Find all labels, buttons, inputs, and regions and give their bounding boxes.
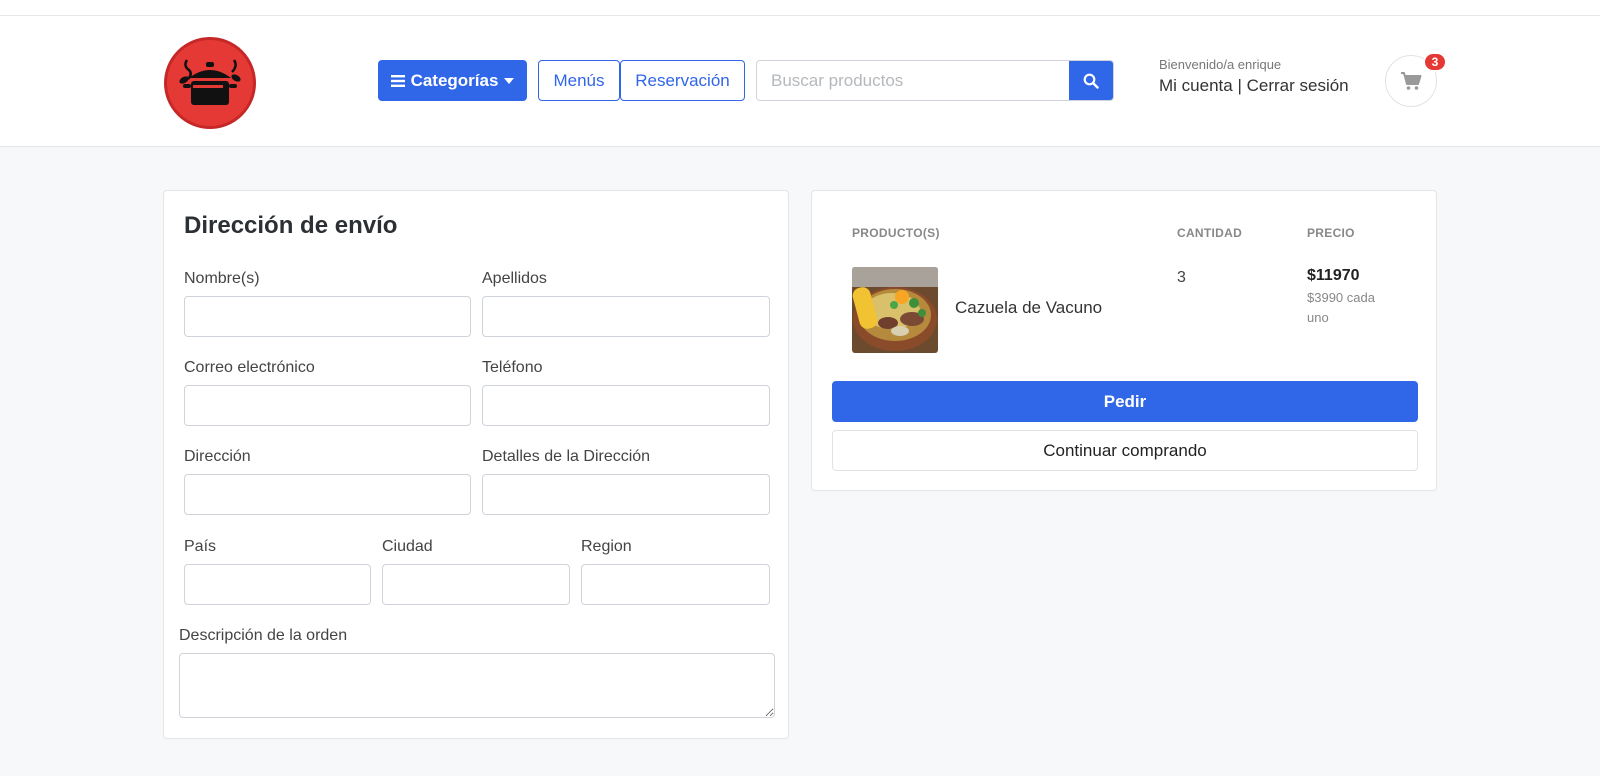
email-label: Correo electrónico: [184, 359, 315, 376]
column-header-quantity: CANTIDAD: [1177, 226, 1243, 240]
logout-link[interactable]: Cerrar sesión: [1247, 76, 1349, 95]
email-input[interactable]: [184, 385, 471, 426]
product-name: Cazuela de Vacuno: [955, 298, 1103, 317]
place-order-button[interactable]: Pedir: [832, 381, 1418, 422]
column-header-price: PRECIO: [1307, 226, 1355, 240]
my-account-link[interactable]: Mi cuenta: [1159, 76, 1233, 95]
search-input[interactable]: [757, 61, 1069, 100]
phone-input[interactable]: [482, 385, 770, 426]
product-image: [852, 267, 938, 353]
menus-button[interactable]: Menús: [538, 60, 620, 101]
shipping-title: Dirección de envío: [184, 212, 398, 239]
order-summary-card: PRODUCTO(S) CANTIDAD PRECIO Cazuela de V…: [811, 190, 1437, 491]
last-name-input[interactable]: [482, 296, 770, 337]
address-details-input[interactable]: [482, 474, 770, 515]
region-input[interactable]: [581, 564, 770, 605]
search-bar: [756, 60, 1114, 101]
product-total-price: $11970: [1307, 267, 1360, 284]
top-strip: [0, 0, 1600, 16]
first-name-input[interactable]: [184, 296, 471, 337]
last-name-label: Apellidos: [482, 270, 547, 287]
categories-label: Categorías: [410, 70, 499, 90]
reservation-button[interactable]: Reservación: [620, 60, 745, 101]
country-label: País: [184, 538, 217, 555]
product-quantity: 3: [1177, 269, 1186, 286]
product-unit-price: $3990 cada uno: [1307, 290, 1375, 325]
search-button[interactable]: [1069, 61, 1113, 100]
order-description-textarea[interactable]: [179, 653, 775, 718]
shopping-cart-icon: [1401, 72, 1422, 90]
restaurant-logo[interactable]: [164, 37, 256, 129]
city-input[interactable]: [382, 564, 570, 605]
pot-icon: [179, 59, 241, 105]
shipping-address-card: Dirección de envío Nombre(s) Apellidos C…: [163, 190, 789, 739]
account-separator: |: [1237, 76, 1242, 95]
search-icon: [1083, 73, 1099, 89]
account-links: Mi cuenta | Cerrar sesión: [1159, 76, 1349, 96]
bars-icon: [390, 74, 405, 87]
address-label: Dirección: [184, 448, 251, 465]
caret-down-icon: [504, 77, 515, 84]
address-details-label: Detalles de la Dirección: [482, 448, 651, 465]
address-input[interactable]: [184, 474, 471, 515]
first-name-label: Nombre(s): [184, 270, 260, 287]
categories-dropdown-button[interactable]: Categorías: [378, 60, 527, 101]
region-label: Region: [581, 538, 632, 555]
phone-label: Teléfono: [482, 359, 543, 376]
order-description-label: Descripción de la orden: [179, 627, 348, 644]
column-header-products: PRODUCTO(S): [852, 226, 940, 240]
welcome-text: Bienvenido/a enrique: [1159, 57, 1282, 72]
continue-shopping-button[interactable]: Continuar comprando: [832, 430, 1418, 471]
city-label: Ciudad: [382, 538, 433, 555]
country-input[interactable]: [184, 564, 371, 605]
cart-count-badge: 3: [1423, 52, 1447, 72]
